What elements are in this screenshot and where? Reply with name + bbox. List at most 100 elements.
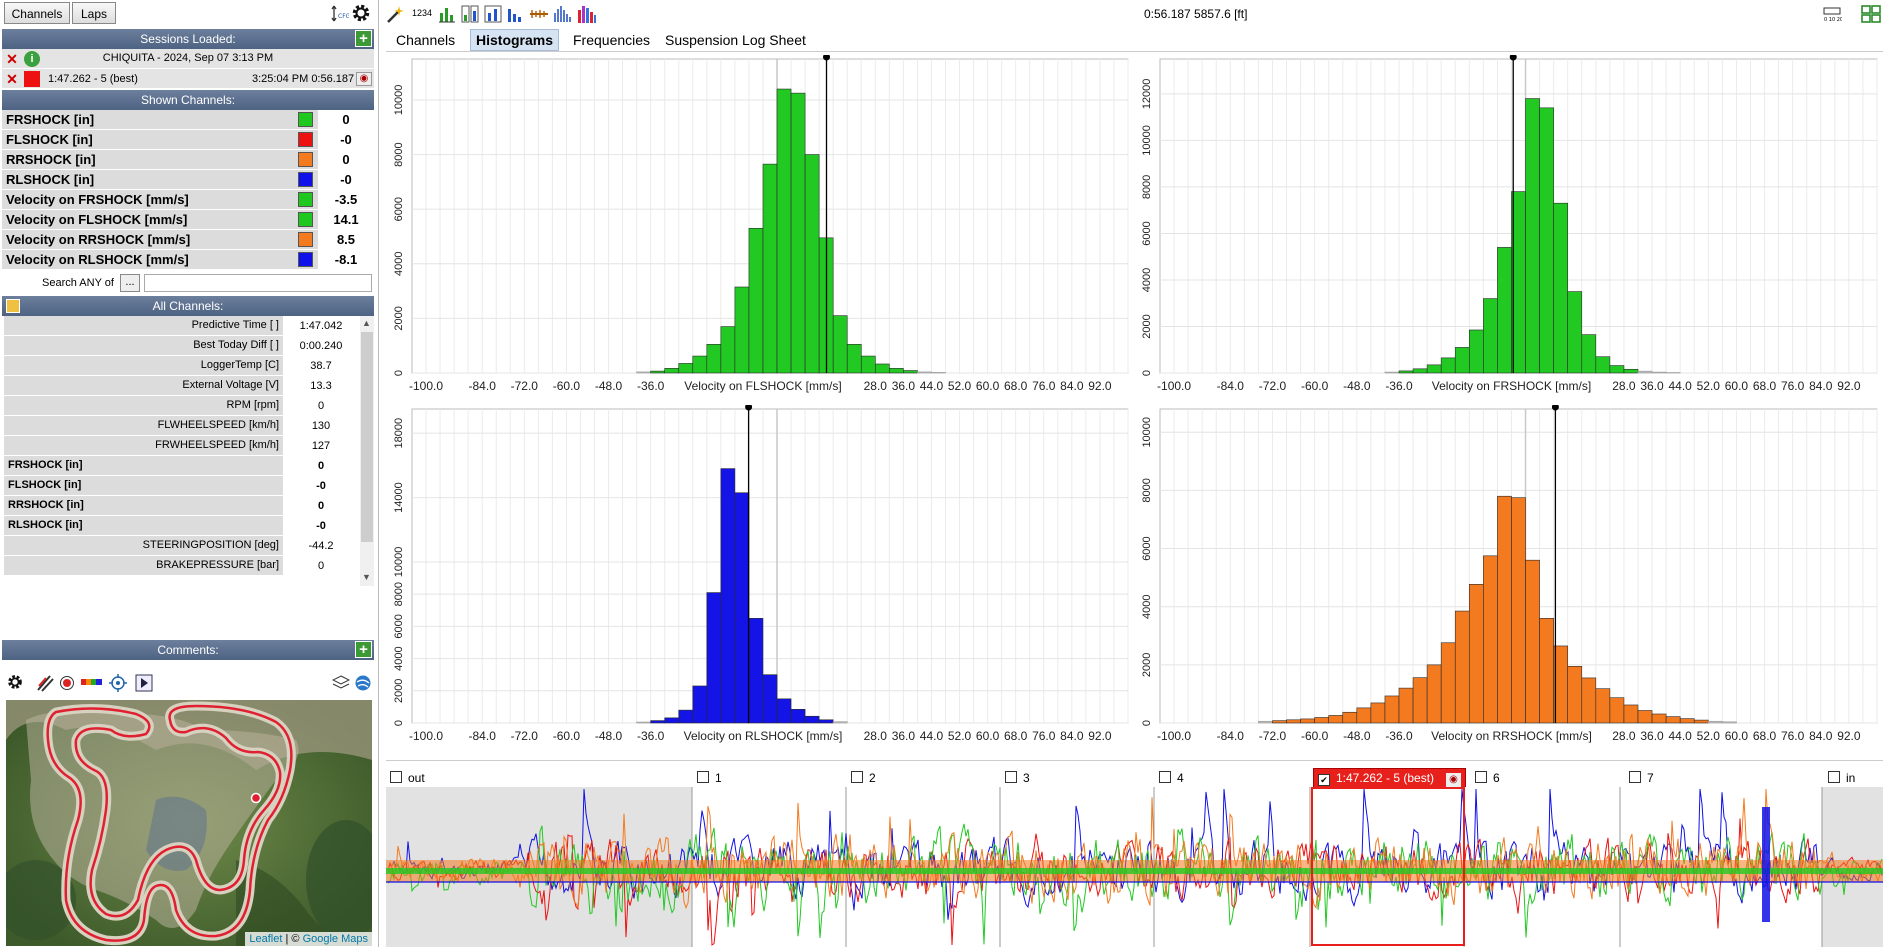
channel-color-swatch[interactable]: [298, 252, 313, 267]
all-channel-row[interactable]: RPM [rpm] 0: [4, 396, 359, 416]
lap-checkbox[interactable]: [1475, 771, 1487, 783]
settings-gear-icon[interactable]: [351, 3, 371, 23]
add-session-icon[interactable]: +: [355, 30, 372, 47]
search-options-button[interactable]: ...: [120, 274, 140, 292]
histogram-icon[interactable]: [506, 5, 524, 23]
scroll-thumb[interactable]: [361, 332, 373, 542]
split-bars-icon[interactable]: [461, 5, 479, 23]
lap-overview-trace[interactable]: [386, 787, 1883, 947]
channel-name: RLSHOCK [in]: [6, 172, 95, 187]
lap-checkbox[interactable]: [1159, 771, 1171, 783]
lap-selector-8[interactable]: in: [1828, 770, 1855, 786]
shown-channel-row[interactable]: FRSHOCK [in] 0: [2, 110, 374, 130]
all-channel-row[interactable]: Best Today Diff [ ] 0:00.240: [4, 336, 359, 356]
lap-checkbox[interactable]: ✔: [1318, 774, 1330, 786]
frequency-bars-icon[interactable]: [553, 5, 573, 23]
shown-channel-row[interactable]: Velocity on FRSHOCK [mm/s] -3.5: [2, 190, 374, 210]
scale-icon[interactable]: 0 10 20: [1822, 5, 1842, 23]
track-map[interactable]: Leaflet | © Google Maps: [6, 700, 372, 946]
histogram-frshock-velocity[interactable]: 0 2000 4000 6000 8000 10000 12000 -100.0 -84.0 -7…: [1134, 55, 1883, 407]
lap-checkbox[interactable]: [1828, 771, 1840, 783]
channel-color-swatch[interactable]: [298, 212, 313, 227]
lap-selector-3[interactable]: 3: [1005, 770, 1030, 786]
play-icon[interactable]: [135, 674, 153, 692]
channel-color-swatch[interactable]: [298, 152, 313, 167]
histogram-rlshock-velocity[interactable]: 0 2000 4000 6000 8000 10000 14000 18000 -100.0 -8…: [386, 405, 1134, 757]
magic-wand-icon[interactable]: [386, 4, 406, 24]
shown-channel-row[interactable]: Velocity on FLSHOCK [mm/s] 14.1: [2, 210, 374, 230]
tab-channels[interactable]: Channels: [391, 30, 460, 50]
crosshair-icon[interactable]: [109, 674, 127, 692]
histogram-rrshock-velocity[interactable]: 0 2000 4000 6000 8000 10000 -100.0 -84.0 -72.0 -6…: [1134, 405, 1883, 757]
tab-histograms[interactable]: Histograms: [470, 29, 560, 51]
all-channel-row[interactable]: FRWHEELSPEED [km/h] 127: [4, 436, 359, 456]
color-scale-icon[interactable]: [81, 677, 103, 687]
lap-selector-7[interactable]: 7: [1629, 770, 1654, 786]
lap-selector-4[interactable]: 4: [1159, 770, 1184, 786]
scroll-down-icon[interactable]: ▼: [362, 572, 371, 582]
lap-row[interactable]: ✕ 1:47.262 - 5 (best) 3:25:04 PM 0:56.18…: [2, 69, 374, 89]
lap-checkbox[interactable]: [1005, 771, 1017, 783]
lap-checkbox[interactable]: [1629, 771, 1641, 783]
all-channel-row[interactable]: RRSHOCK [in] 0: [4, 496, 359, 516]
all-channel-row[interactable]: RLSHOCK [in] -0: [4, 516, 359, 536]
histogram-flshock-velocity[interactable]: 0 2000 4000 6000 8000 10000 -100.0 -84.0 -72.0 -6…: [386, 55, 1134, 407]
close-lap-icon[interactable]: ✕: [4, 71, 20, 87]
lap-checkbox[interactable]: [697, 771, 709, 783]
shown-channel-row[interactable]: Velocity on RRSHOCK [mm/s] 8.5: [2, 230, 374, 250]
lap-checkbox[interactable]: [851, 771, 863, 783]
all-channel-row[interactable]: Predictive Time [ ] 1:47.042: [4, 316, 359, 336]
compare-bars-icon[interactable]: [484, 5, 502, 23]
shown-channel-row[interactable]: FLSHOCK [in] -0: [2, 130, 374, 150]
lap-checkbox[interactable]: [390, 771, 402, 783]
all-channel-row[interactable]: FRSHOCK [in] 0: [4, 456, 359, 476]
eye-icon[interactable]: ◉: [356, 72, 372, 86]
all-channel-row[interactable]: LoggerTemp [C] 38.7: [4, 356, 359, 376]
histogram-bar: [636, 371, 651, 374]
channel-color-swatch[interactable]: [298, 112, 313, 127]
counter-label[interactable]: 1234: [412, 8, 432, 18]
shown-channel-row[interactable]: RLSHOCK [in] -0: [2, 170, 374, 190]
laps-button[interactable]: Laps: [72, 2, 116, 24]
add-comment-icon[interactable]: +: [355, 641, 372, 658]
lap-selector-6[interactable]: 6: [1475, 770, 1500, 786]
all-channel-row[interactable]: External Voltage [V] 13.3: [4, 376, 359, 396]
collapse-toggle-icon[interactable]: [6, 299, 20, 313]
search-input[interactable]: [144, 274, 372, 292]
channel-color-swatch[interactable]: [298, 172, 313, 187]
channel-color-swatch[interactable]: [298, 232, 313, 247]
channel-color-swatch[interactable]: [298, 132, 313, 147]
all-channel-row[interactable]: STEERINGPOSITION [deg] -44.2: [4, 536, 359, 556]
scrollbar[interactable]: ▲ ▼: [360, 316, 374, 586]
ruler-icon[interactable]: [529, 5, 549, 23]
google-maps-link[interactable]: Google Maps: [303, 933, 368, 945]
track-line-icon[interactable]: [36, 674, 54, 692]
all-channels-scroll[interactable]: Predictive Time [ ] 1:47.042 Best Today D…: [2, 316, 374, 586]
all-channel-row[interactable]: FLWHEELSPEED [km/h] 130: [4, 416, 359, 436]
record-icon[interactable]: [58, 674, 76, 692]
stacked-histogram-icon[interactable]: [577, 4, 597, 24]
all-channel-row[interactable]: FLSHOCK [in] -0: [4, 476, 359, 496]
tab-suspension-log-sheet[interactable]: Suspension Log Sheet: [660, 30, 811, 50]
tab-frequencies[interactable]: Frequencies: [568, 30, 655, 50]
channel-color-swatch[interactable]: [298, 192, 313, 207]
lap-eye-icon[interactable]: ◉: [1446, 773, 1461, 787]
lap-selector-5[interactable]: ✔ 1:47.262 - 5 (best) ◉: [1313, 768, 1466, 788]
lap-selector-1[interactable]: 1: [697, 770, 722, 786]
globe-icon[interactable]: [354, 674, 372, 692]
leaflet-link[interactable]: Leaflet: [249, 933, 282, 945]
grid-layout-icon[interactable]: [1861, 5, 1881, 23]
channels-button[interactable]: Channels: [4, 2, 70, 24]
lap-color-swatch[interactable]: [24, 71, 40, 87]
lap-selector-0[interactable]: out: [390, 770, 425, 786]
scroll-up-icon[interactable]: ▲: [362, 318, 371, 328]
shown-channel-row[interactable]: RRSHOCK [in] 0: [2, 150, 374, 170]
layers-icon[interactable]: [332, 674, 350, 692]
shown-channel-row[interactable]: Velocity on RLSHOCK [mm/s] -8.1: [2, 250, 374, 270]
all-channel-row[interactable]: BRAKEPRESSURE [bar] 0: [4, 556, 359, 576]
map-settings-gear-icon[interactable]: [6, 673, 24, 691]
cfg-arrows-icon[interactable]: CFG: [331, 4, 349, 24]
bar-chart-icon[interactable]: [438, 5, 456, 23]
session-row[interactable]: ✕ i CHIQUITA - 2024, Sep 07 3:13 PM: [2, 49, 374, 69]
lap-selector-2[interactable]: 2: [851, 770, 876, 786]
